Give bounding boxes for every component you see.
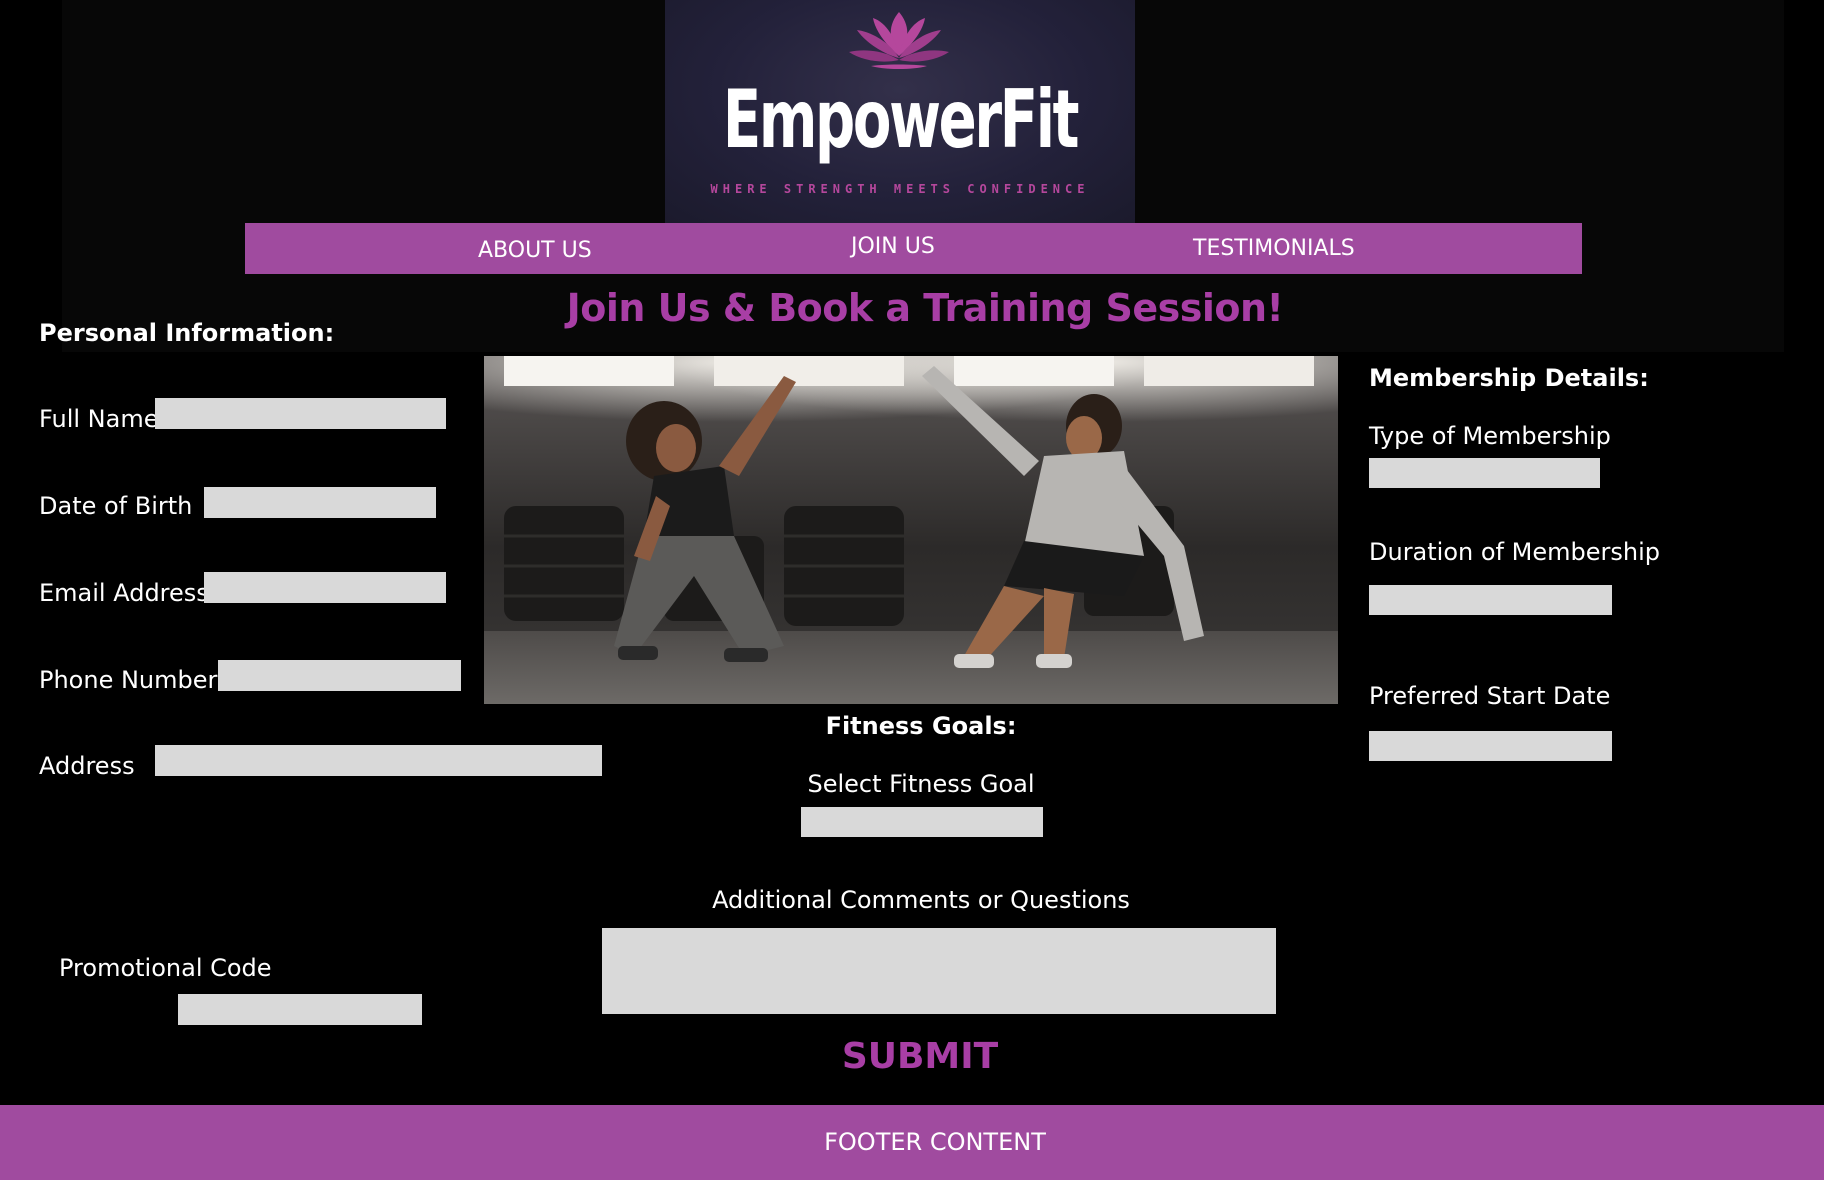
address-input[interactable]	[155, 745, 602, 776]
nav-item-join-us[interactable]: JOIN US	[851, 221, 935, 272]
membership-duration-label: Duration of Membership	[1369, 538, 1660, 566]
additional-comments-label: Additional Comments or Questions	[712, 886, 1130, 914]
address-label: Address	[39, 752, 135, 780]
hero-photo	[484, 356, 1338, 704]
fitness-goal-select[interactable]	[801, 807, 1043, 837]
membership-details-heading: Membership Details:	[1369, 364, 1649, 392]
additional-comments-textarea[interactable]	[602, 928, 1276, 1014]
footer-text: FOOTER CONTENT	[824, 1128, 1046, 1156]
email-address-input[interactable]	[204, 572, 446, 603]
nav-item-testimonials[interactable]: TESTIMONIALS	[1193, 223, 1355, 274]
email-address-label: Email Address	[39, 579, 209, 607]
preferred-start-date-label: Preferred Start Date	[1369, 682, 1611, 710]
preferred-start-date-input[interactable]	[1369, 731, 1612, 761]
promotional-code-label: Promotional Code	[59, 954, 272, 982]
page-title: Join Us & Book a Training Session!	[566, 286, 1284, 330]
brand-logo-text: EmpowerFit	[722, 73, 1080, 166]
promotional-code-input[interactable]	[178, 994, 422, 1025]
membership-type-label: Type of Membership	[1369, 422, 1611, 450]
full-name-input[interactable]	[155, 398, 446, 429]
membership-duration-input[interactable]	[1369, 585, 1612, 615]
training-photo-illustration	[484, 356, 1338, 704]
phone-number-label: Phone Number	[39, 666, 218, 694]
phone-number-input[interactable]	[218, 660, 461, 691]
full-name-label: Full Name	[39, 405, 159, 433]
fitness-goals-heading: Fitness Goals:	[825, 712, 1017, 740]
date-of-birth-input[interactable]	[204, 487, 436, 518]
fitness-goal-label: Select Fitness Goal	[807, 770, 1035, 798]
date-of-birth-label: Date of Birth	[39, 492, 193, 520]
submit-button[interactable]: SUBMIT	[800, 1036, 1040, 1077]
nav-item-about-us[interactable]: ABOUT US	[478, 225, 592, 276]
brand-tagline: WHERE STRENGTH MEETS CONFIDENCE	[710, 182, 1090, 196]
personal-info-heading: Personal Information:	[39, 319, 335, 347]
lotus-icon	[849, 12, 949, 69]
membership-type-input[interactable]	[1369, 458, 1600, 488]
